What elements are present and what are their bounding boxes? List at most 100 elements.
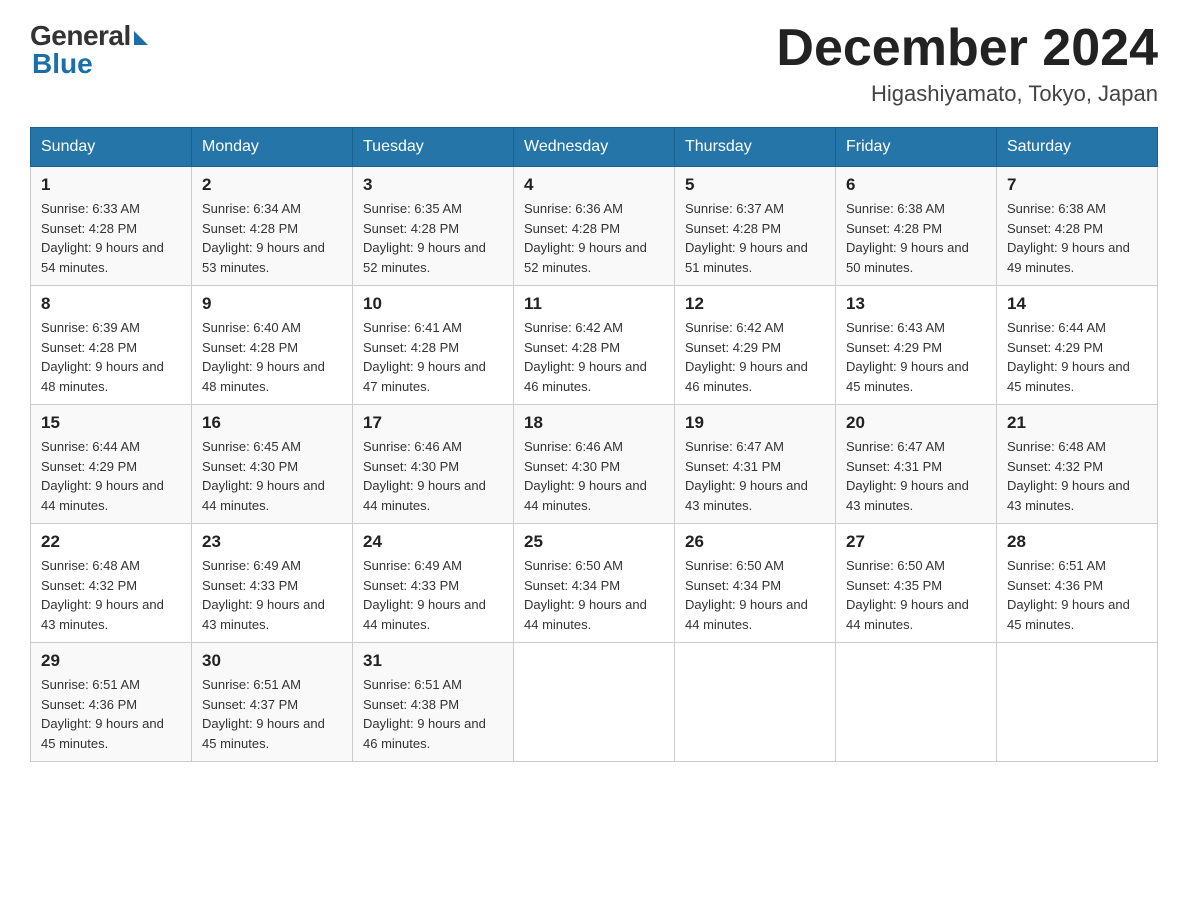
day-number: 19: [685, 413, 825, 433]
day-info: Sunrise: 6:50 AMSunset: 4:34 PMDaylight:…: [685, 558, 808, 632]
day-info: Sunrise: 6:51 AMSunset: 4:36 PMDaylight:…: [41, 677, 164, 751]
day-info: Sunrise: 6:38 AMSunset: 4:28 PMDaylight:…: [1007, 201, 1130, 275]
calendar-header-saturday: Saturday: [997, 128, 1158, 167]
day-number: 17: [363, 413, 503, 433]
day-info: Sunrise: 6:51 AMSunset: 4:36 PMDaylight:…: [1007, 558, 1130, 632]
day-number: 18: [524, 413, 664, 433]
calendar-cell: 10 Sunrise: 6:41 AMSunset: 4:28 PMDaylig…: [353, 286, 514, 405]
day-number: 3: [363, 175, 503, 195]
day-info: Sunrise: 6:51 AMSunset: 4:37 PMDaylight:…: [202, 677, 325, 751]
day-number: 22: [41, 532, 181, 552]
calendar-week-row: 22 Sunrise: 6:48 AMSunset: 4:32 PMDaylig…: [31, 524, 1158, 643]
day-info: Sunrise: 6:42 AMSunset: 4:29 PMDaylight:…: [685, 320, 808, 394]
calendar-week-row: 1 Sunrise: 6:33 AMSunset: 4:28 PMDayligh…: [31, 167, 1158, 286]
calendar-cell: 6 Sunrise: 6:38 AMSunset: 4:28 PMDayligh…: [836, 167, 997, 286]
calendar-cell: 24 Sunrise: 6:49 AMSunset: 4:33 PMDaylig…: [353, 524, 514, 643]
page-header: General Blue December 2024 Higashiyamato…: [30, 20, 1158, 107]
day-info: Sunrise: 6:43 AMSunset: 4:29 PMDaylight:…: [846, 320, 969, 394]
day-number: 1: [41, 175, 181, 195]
calendar-cell: 15 Sunrise: 6:44 AMSunset: 4:29 PMDaylig…: [31, 405, 192, 524]
day-info: Sunrise: 6:37 AMSunset: 4:28 PMDaylight:…: [685, 201, 808, 275]
day-info: Sunrise: 6:36 AMSunset: 4:28 PMDaylight:…: [524, 201, 647, 275]
day-number: 13: [846, 294, 986, 314]
calendar-cell: 16 Sunrise: 6:45 AMSunset: 4:30 PMDaylig…: [192, 405, 353, 524]
day-number: 16: [202, 413, 342, 433]
calendar-cell: 18 Sunrise: 6:46 AMSunset: 4:30 PMDaylig…: [514, 405, 675, 524]
logo-blue-text: Blue: [32, 48, 93, 80]
calendar-cell: 25 Sunrise: 6:50 AMSunset: 4:34 PMDaylig…: [514, 524, 675, 643]
day-number: 28: [1007, 532, 1147, 552]
day-info: Sunrise: 6:42 AMSunset: 4:28 PMDaylight:…: [524, 320, 647, 394]
calendar-cell: 20 Sunrise: 6:47 AMSunset: 4:31 PMDaylig…: [836, 405, 997, 524]
day-number: 27: [846, 532, 986, 552]
day-info: Sunrise: 6:45 AMSunset: 4:30 PMDaylight:…: [202, 439, 325, 513]
calendar-cell: 9 Sunrise: 6:40 AMSunset: 4:28 PMDayligh…: [192, 286, 353, 405]
calendar-header-friday: Friday: [836, 128, 997, 167]
calendar-cell: 21 Sunrise: 6:48 AMSunset: 4:32 PMDaylig…: [997, 405, 1158, 524]
calendar-cell: 23 Sunrise: 6:49 AMSunset: 4:33 PMDaylig…: [192, 524, 353, 643]
day-number: 4: [524, 175, 664, 195]
day-info: Sunrise: 6:41 AMSunset: 4:28 PMDaylight:…: [363, 320, 486, 394]
day-info: Sunrise: 6:38 AMSunset: 4:28 PMDaylight:…: [846, 201, 969, 275]
day-info: Sunrise: 6:50 AMSunset: 4:35 PMDaylight:…: [846, 558, 969, 632]
calendar-table: SundayMondayTuesdayWednesdayThursdayFrid…: [30, 127, 1158, 762]
day-number: 5: [685, 175, 825, 195]
day-info: Sunrise: 6:33 AMSunset: 4:28 PMDaylight:…: [41, 201, 164, 275]
day-number: 26: [685, 532, 825, 552]
calendar-cell: 11 Sunrise: 6:42 AMSunset: 4:28 PMDaylig…: [514, 286, 675, 405]
day-number: 21: [1007, 413, 1147, 433]
month-title: December 2024: [776, 20, 1158, 77]
day-info: Sunrise: 6:46 AMSunset: 4:30 PMDaylight:…: [524, 439, 647, 513]
day-info: Sunrise: 6:49 AMSunset: 4:33 PMDaylight:…: [202, 558, 325, 632]
calendar-cell: [514, 643, 675, 762]
day-info: Sunrise: 6:46 AMSunset: 4:30 PMDaylight:…: [363, 439, 486, 513]
calendar-cell: 7 Sunrise: 6:38 AMSunset: 4:28 PMDayligh…: [997, 167, 1158, 286]
calendar-cell: [675, 643, 836, 762]
calendar-header-thursday: Thursday: [675, 128, 836, 167]
calendar-cell: 19 Sunrise: 6:47 AMSunset: 4:31 PMDaylig…: [675, 405, 836, 524]
day-number: 15: [41, 413, 181, 433]
day-info: Sunrise: 6:47 AMSunset: 4:31 PMDaylight:…: [846, 439, 969, 513]
calendar-cell: 26 Sunrise: 6:50 AMSunset: 4:34 PMDaylig…: [675, 524, 836, 643]
day-info: Sunrise: 6:51 AMSunset: 4:38 PMDaylight:…: [363, 677, 486, 751]
day-number: 30: [202, 651, 342, 671]
calendar-cell: 1 Sunrise: 6:33 AMSunset: 4:28 PMDayligh…: [31, 167, 192, 286]
day-info: Sunrise: 6:39 AMSunset: 4:28 PMDaylight:…: [41, 320, 164, 394]
day-number: 2: [202, 175, 342, 195]
title-section: December 2024 Higashiyamato, Tokyo, Japa…: [776, 20, 1158, 107]
day-info: Sunrise: 6:49 AMSunset: 4:33 PMDaylight:…: [363, 558, 486, 632]
calendar-header-sunday: Sunday: [31, 128, 192, 167]
day-number: 24: [363, 532, 503, 552]
location-title: Higashiyamato, Tokyo, Japan: [776, 81, 1158, 107]
calendar-cell: 8 Sunrise: 6:39 AMSunset: 4:28 PMDayligh…: [31, 286, 192, 405]
day-info: Sunrise: 6:35 AMSunset: 4:28 PMDaylight:…: [363, 201, 486, 275]
day-number: 6: [846, 175, 986, 195]
day-number: 23: [202, 532, 342, 552]
calendar-cell: [997, 643, 1158, 762]
logo: General Blue: [30, 20, 148, 80]
day-info: Sunrise: 6:50 AMSunset: 4:34 PMDaylight:…: [524, 558, 647, 632]
calendar-cell: 31 Sunrise: 6:51 AMSunset: 4:38 PMDaylig…: [353, 643, 514, 762]
day-info: Sunrise: 6:34 AMSunset: 4:28 PMDaylight:…: [202, 201, 325, 275]
calendar-cell: [836, 643, 997, 762]
calendar-cell: 30 Sunrise: 6:51 AMSunset: 4:37 PMDaylig…: [192, 643, 353, 762]
day-number: 31: [363, 651, 503, 671]
calendar-cell: 5 Sunrise: 6:37 AMSunset: 4:28 PMDayligh…: [675, 167, 836, 286]
calendar-cell: 4 Sunrise: 6:36 AMSunset: 4:28 PMDayligh…: [514, 167, 675, 286]
calendar-cell: 14 Sunrise: 6:44 AMSunset: 4:29 PMDaylig…: [997, 286, 1158, 405]
calendar-cell: 29 Sunrise: 6:51 AMSunset: 4:36 PMDaylig…: [31, 643, 192, 762]
calendar-week-row: 15 Sunrise: 6:44 AMSunset: 4:29 PMDaylig…: [31, 405, 1158, 524]
calendar-cell: 17 Sunrise: 6:46 AMSunset: 4:30 PMDaylig…: [353, 405, 514, 524]
calendar-cell: 28 Sunrise: 6:51 AMSunset: 4:36 PMDaylig…: [997, 524, 1158, 643]
calendar-cell: 27 Sunrise: 6:50 AMSunset: 4:35 PMDaylig…: [836, 524, 997, 643]
calendar-cell: 2 Sunrise: 6:34 AMSunset: 4:28 PMDayligh…: [192, 167, 353, 286]
calendar-header-wednesday: Wednesday: [514, 128, 675, 167]
day-number: 7: [1007, 175, 1147, 195]
day-number: 29: [41, 651, 181, 671]
calendar-week-row: 8 Sunrise: 6:39 AMSunset: 4:28 PMDayligh…: [31, 286, 1158, 405]
day-number: 14: [1007, 294, 1147, 314]
day-number: 10: [363, 294, 503, 314]
calendar-header-monday: Monday: [192, 128, 353, 167]
calendar-header-tuesday: Tuesday: [353, 128, 514, 167]
day-info: Sunrise: 6:40 AMSunset: 4:28 PMDaylight:…: [202, 320, 325, 394]
